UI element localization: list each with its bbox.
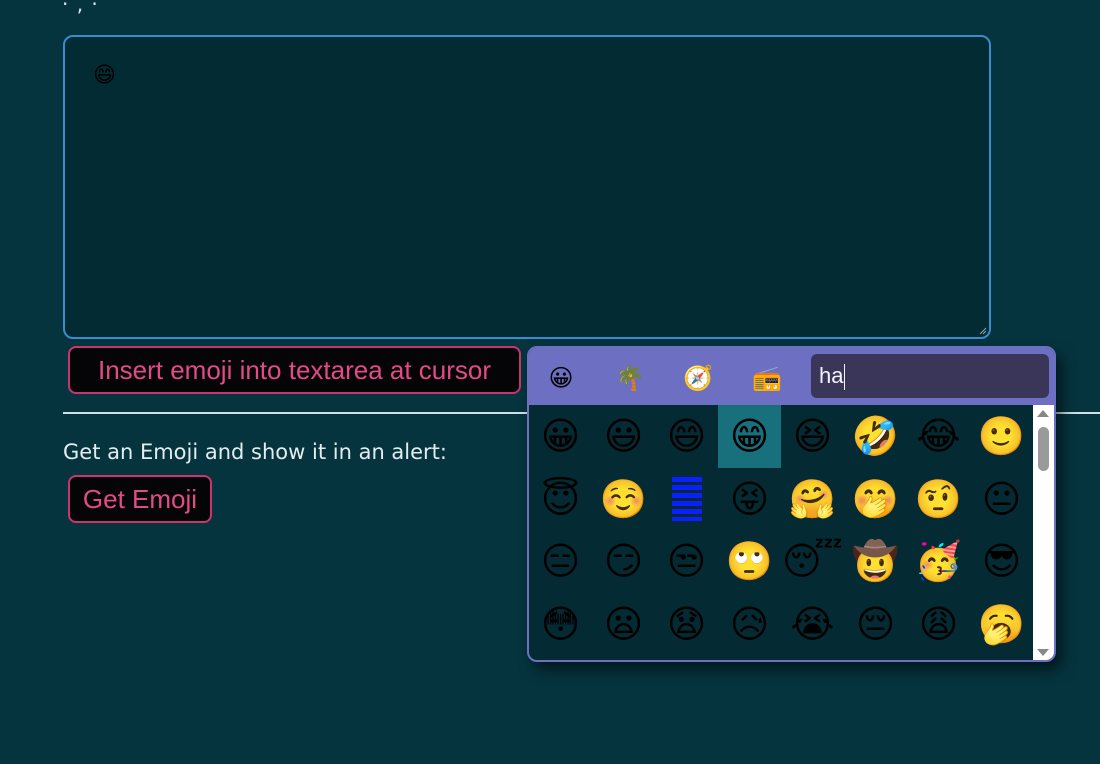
emoji-cell[interactable]: 😥 xyxy=(718,593,781,656)
emoji-cell[interactable]: 😃 xyxy=(592,405,655,468)
emoji-cell[interactable]: 😄 xyxy=(655,405,718,468)
emoji-cell[interactable]: 😎 xyxy=(970,530,1033,593)
emoji-cell[interactable]: 🥳 xyxy=(907,530,970,593)
emoji-cell[interactable]: 🤣 xyxy=(844,405,907,468)
emoji-cell[interactable]: 😀 xyxy=(529,405,592,468)
insert-emoji-button[interactable]: Insert emoji into textarea at cursor xyxy=(68,346,521,394)
emoji-cell[interactable]: 🤗 xyxy=(781,468,844,531)
emoji-cell[interactable]: 😝 xyxy=(718,468,781,531)
emoji-cell[interactable]: ☺️ xyxy=(592,468,655,531)
emoji-picker: 😀 🌴 🧭 📻 ha 😀 😃 😄 😁 😆 🤣 😂 🙂 😇 ☺️ 😝 🤗 🤭 🤨 😐 😑 😏 😒 🙄 😴 🤠 🥳 😎 😳 😦 😧 😥 😭… xyxy=(527,346,1056,662)
scroll-down-arrow-icon[interactable] xyxy=(1037,649,1049,656)
emoji-cell[interactable]: 😩 xyxy=(907,593,970,656)
emoji-cell[interactable]: 😆 xyxy=(781,405,844,468)
get-emoji-button[interactable]: Get Emoji xyxy=(68,475,212,523)
emoji-cell[interactable]: 😂 xyxy=(907,405,970,468)
emoji-cell[interactable]: 😇 xyxy=(529,468,592,531)
picker-scrollbar[interactable] xyxy=(1033,405,1054,660)
alert-section-label: Get an Emoji and show it in an alert: xyxy=(63,440,447,464)
emoji-cell[interactable]: 🙂 xyxy=(970,405,1033,468)
emoji-cell[interactable]: 😐 xyxy=(970,468,1033,531)
emoji-cell[interactable]: 😴 xyxy=(781,530,844,593)
emoji-cell[interactable]: 🤠 xyxy=(844,530,907,593)
emoji-cell[interactable]: 😁 xyxy=(718,405,781,468)
emoji-cell[interactable]: 😧 xyxy=(655,593,718,656)
emoji-cell[interactable]: 😳 xyxy=(529,593,592,656)
unrendered-emoji-glyph xyxy=(671,476,702,521)
emoji-cell[interactable]: 😭 xyxy=(781,593,844,656)
emoji-cell[interactable]: 😏 xyxy=(592,530,655,593)
picker-header: 😀 🌴 🧭 📻 ha xyxy=(529,348,1054,405)
search-value: ha xyxy=(819,363,844,388)
emoji-cell[interactable] xyxy=(655,468,718,531)
category-objects-icon[interactable]: 📻 xyxy=(749,362,785,394)
emoji-cell[interactable]: 🙄 xyxy=(718,530,781,593)
emoji-textarea[interactable]: 😄 xyxy=(63,35,991,339)
category-smileys-icon[interactable]: 😀 xyxy=(543,362,579,394)
scroll-thumb[interactable] xyxy=(1038,427,1049,471)
category-travel-icon[interactable]: 🧭 xyxy=(680,362,716,394)
emoji-grid: 😀 😃 😄 😁 😆 🤣 😂 🙂 😇 ☺️ 😝 🤗 🤭 🤨 😐 😑 😏 😒 🙄 😴 🤠 🥳 😎 😳 😦 😧 😥 😭 😔 😩 🥱 xyxy=(529,405,1033,660)
scroll-up-arrow-icon[interactable] xyxy=(1037,410,1049,417)
emoji-cell[interactable]: 😒 xyxy=(655,530,718,593)
text-caret xyxy=(844,364,846,391)
emoji-cell[interactable]: 🥱 xyxy=(970,593,1033,656)
emoji-cell[interactable]: 🤭 xyxy=(844,468,907,531)
category-nature-icon[interactable]: 🌴 xyxy=(612,362,648,394)
textarea-content: 😄 xyxy=(93,63,116,88)
emoji-cell[interactable]: 😑 xyxy=(529,530,592,593)
emoji-cell[interactable]: 🤨 xyxy=(907,468,970,531)
emoji-cell[interactable]: 😔 xyxy=(844,593,907,656)
emoji-cell[interactable]: 😦 xyxy=(592,593,655,656)
page: · , · 😄 Insert emoji into textarea at cu… xyxy=(0,0,1100,764)
emoji-search-input[interactable]: ha xyxy=(811,354,1049,398)
resize-grip-icon[interactable] xyxy=(979,327,987,335)
cut-off-text: · , · xyxy=(62,0,99,16)
